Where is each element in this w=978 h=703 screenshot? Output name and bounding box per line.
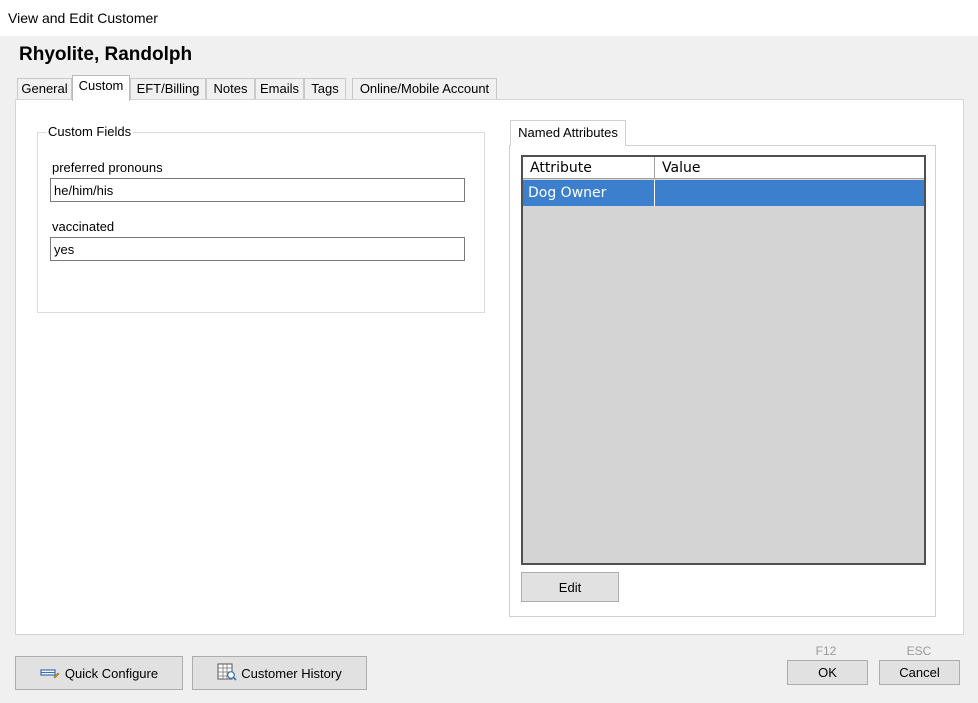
title-bar: View and Edit Customer <box>0 0 978 36</box>
vaccinated-input[interactable] <box>50 237 465 261</box>
preferred-pronouns-input[interactable] <box>50 178 465 202</box>
cancel-shortcut-hint: ESC <box>906 644 932 658</box>
tab-emails[interactable]: Emails <box>255 78 304 100</box>
quick-configure-label: Quick Configure <box>64 665 159 681</box>
tab-general[interactable]: General <box>17 78 72 100</box>
customer-history-button[interactable]: Customer History <box>192 656 367 690</box>
tab-eft-billing[interactable]: EFT/Billing <box>130 78 206 100</box>
custom-tab-panel: Custom Fields preferred pronouns vaccina… <box>15 99 964 635</box>
tab-custom[interactable]: Custom <box>72 75 130 101</box>
cancel-button[interactable]: Cancel <box>879 660 960 685</box>
ok-shortcut-hint: F12 <box>815 644 837 658</box>
cell-value <box>655 180 924 206</box>
tab-online-mobile-account[interactable]: Online/Mobile Account <box>352 78 497 100</box>
named-attributes-panel: Attribute Value Dog Owner Edit <box>509 145 936 617</box>
attributes-grid[interactable]: Attribute Value Dog Owner <box>521 155 926 565</box>
table-row[interactable]: Dog Owner <box>523 180 924 206</box>
customer-history-label: Customer History <box>241 665 342 681</box>
ok-button[interactable]: OK <box>787 660 868 685</box>
cell-attribute: Dog Owner <box>528 185 607 201</box>
grid-header: Attribute Value <box>523 157 924 179</box>
tab-tags[interactable]: Tags <box>304 78 346 100</box>
quick-configure-button[interactable]: Quick Configure <box>15 656 183 690</box>
custom-fields-group: Custom Fields preferred pronouns vaccina… <box>37 124 485 313</box>
history-icon <box>217 663 237 684</box>
preferred-pronouns-label: preferred pronouns <box>52 160 163 175</box>
tab-named-attributes[interactable]: Named Attributes <box>510 120 626 146</box>
column-header-value[interactable]: Value <box>655 157 924 179</box>
column-header-attribute[interactable]: Attribute <box>523 157 654 179</box>
column-divider <box>654 157 655 179</box>
tab-notes[interactable]: Notes <box>206 78 255 100</box>
configure-icon <box>40 665 60 682</box>
custom-fields-legend: Custom Fields <box>46 124 134 139</box>
window-title: View and Edit Customer <box>8 10 158 26</box>
vaccinated-label: vaccinated <box>52 219 115 234</box>
edit-button[interactable]: Edit <box>521 572 619 602</box>
customer-name: Rhyolite, Randolph <box>19 44 193 65</box>
